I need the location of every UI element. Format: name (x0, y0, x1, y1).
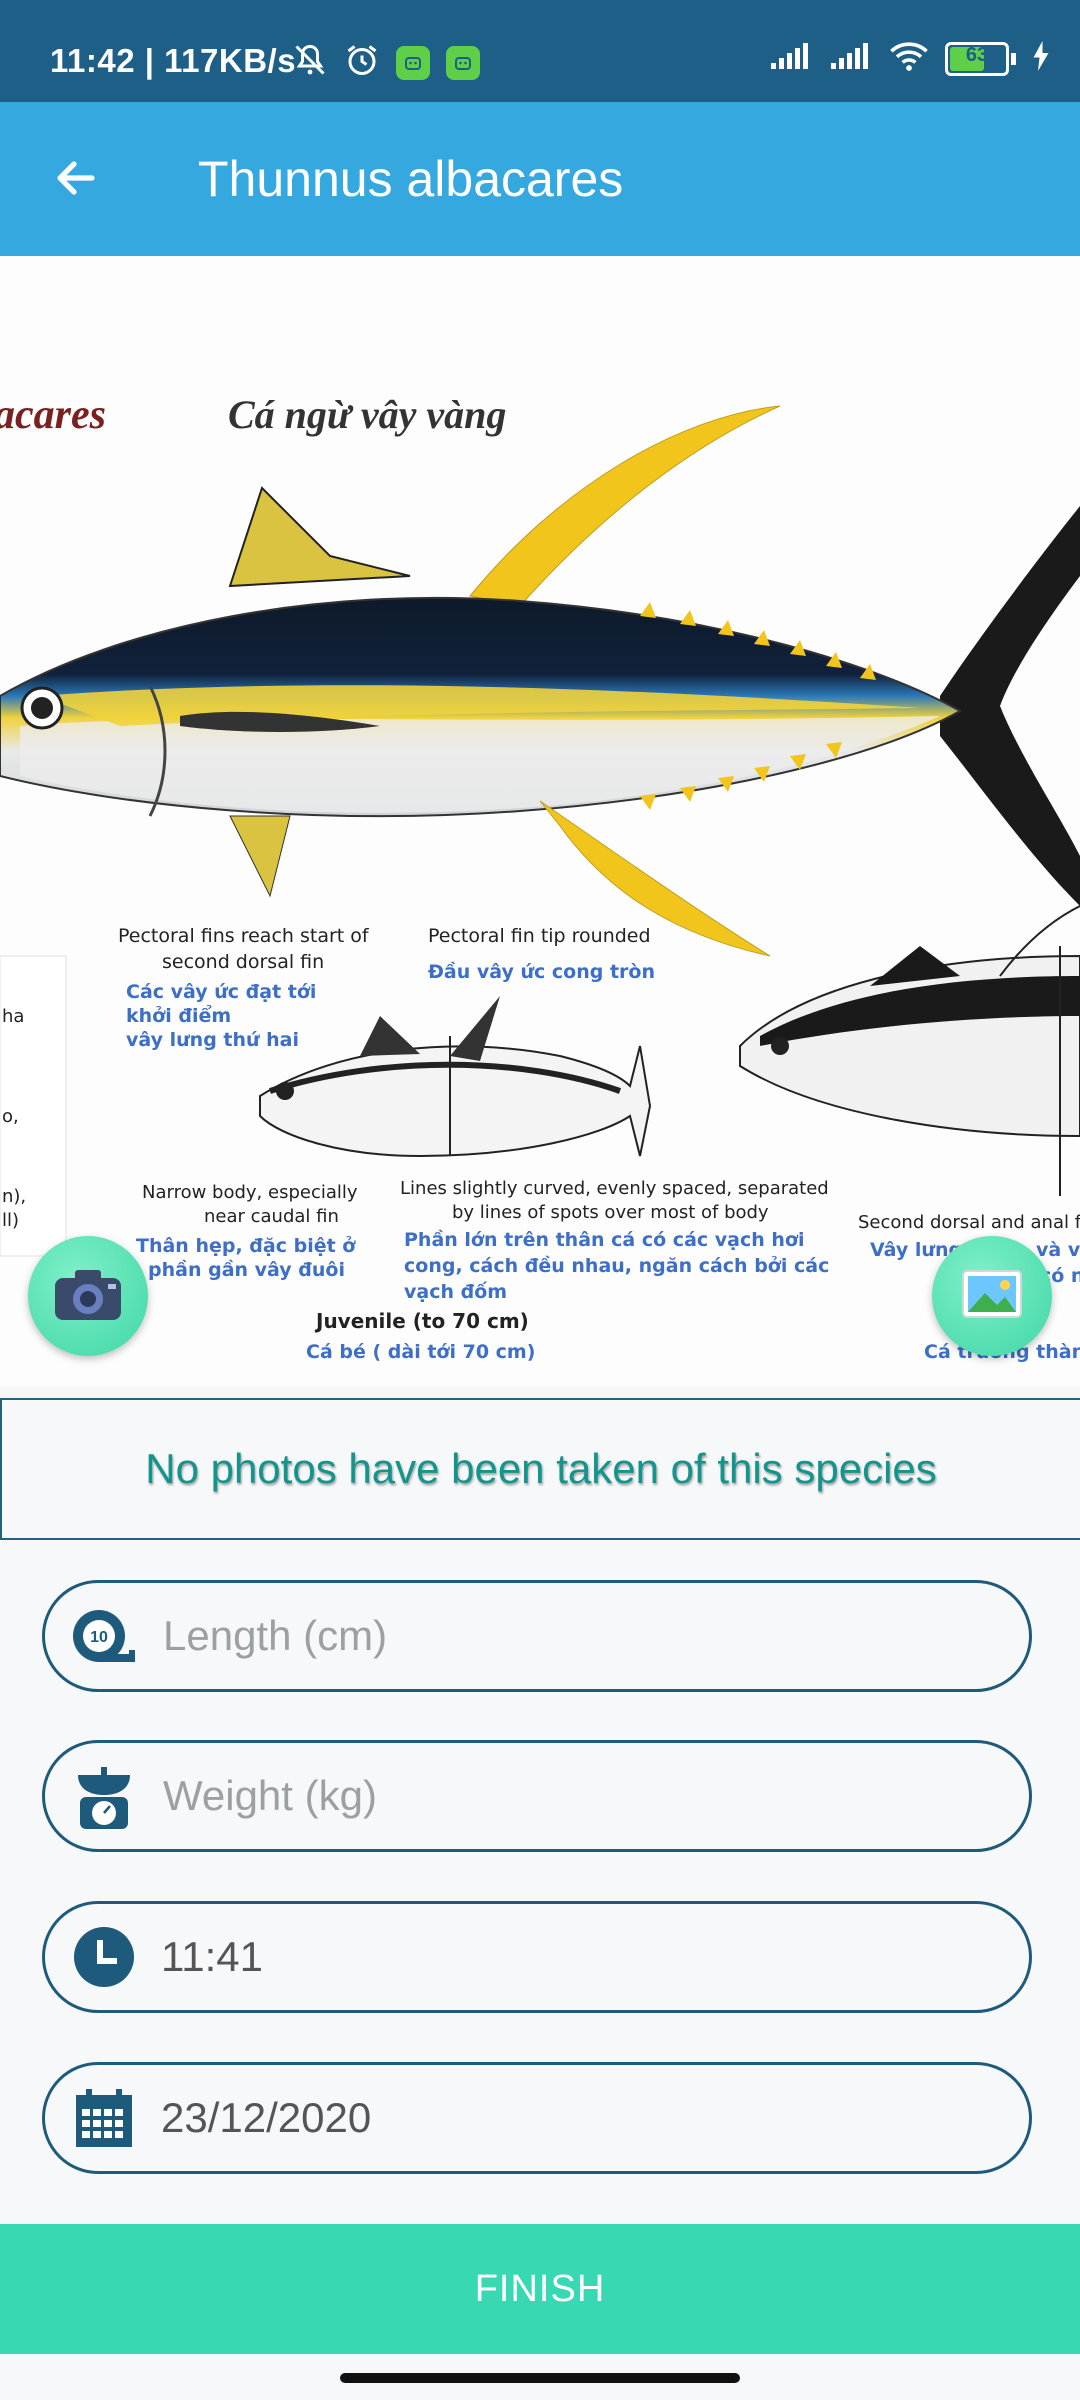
note-narrow-en: Narrow body, especially (142, 1182, 358, 1203)
tuna-adult-drawing (739, 905, 1080, 1196)
note-lines-vi-2: cong, cách đều nhau, ngăn cách bởi các (404, 1254, 829, 1277)
note-juvenile-vi: Cá bé ( dài tới 70 cm) (306, 1341, 535, 1363)
heading-vietnamese: Cá ngừ vây vàng (228, 392, 506, 437)
note-lines-en-2: by lines of spots over most of body (452, 1202, 769, 1223)
note-pectoral-en: Pectoral fins reach start of (118, 925, 370, 947)
date-field[interactable]: 23/12/2020 (42, 2062, 1032, 2174)
back-button[interactable] (40, 144, 112, 216)
scale-icon (69, 1761, 139, 1831)
species-illustration: acares Cá ngừ vây vàng Pectoral fins rea… (0, 392, 1080, 1363)
calendar-icon (69, 2083, 139, 2153)
finish-button[interactable]: FINISH (0, 2224, 1080, 2354)
length-input[interactable] (161, 1611, 985, 1661)
app-notification-icon (396, 45, 430, 80)
no-photos-text: No photos have been taken of this specie… (145, 1445, 937, 1492)
mute-bell-icon (292, 42, 328, 83)
app-bar: Thunnus albacares (0, 102, 1080, 256)
note-fin-tip-vi: Đầu vây ức cong tròn (428, 960, 655, 983)
no-photos-message: No photos have been taken of this specie… (0, 1398, 1080, 1540)
status-bar: 11:42 | 117KB/s 63 (0, 0, 1080, 102)
signal-icon (829, 41, 873, 76)
status-icons-left (292, 42, 480, 83)
date-value[interactable]: 23/12/2020 (161, 2094, 371, 2142)
battery-icon: 63 (945, 41, 1009, 76)
note-lines-vi-3: vạch đốm (404, 1280, 507, 1303)
note-narrow-en-2: near caudal fin (204, 1206, 339, 1227)
tuna-main-drawing (0, 405, 1080, 957)
battery-level: 63 (965, 43, 989, 66)
left-fragment: o, (2, 1106, 19, 1127)
time-value[interactable]: 11:41 (161, 1933, 263, 1981)
camera-icon (53, 1266, 123, 1327)
tape-measure-icon: 10 (69, 1601, 139, 1671)
note-fin-tip-en: Pectoral fin tip rounded (428, 925, 651, 947)
species-image: acares Cá ngừ vây vàng Pectoral fins rea… (0, 256, 1080, 1386)
note-pectoral-vi-2: khởi điểm (126, 1004, 231, 1027)
length-field[interactable]: 10 (42, 1580, 1032, 1692)
left-fragment: ha (2, 1006, 24, 1027)
note-second-dorsal-en: Second dorsal and anal fi (858, 1212, 1080, 1233)
left-fragment: ll) (2, 1210, 19, 1231)
home-indicator[interactable] (340, 2373, 740, 2383)
clock-icon (69, 1922, 139, 1992)
charging-icon (1032, 41, 1050, 76)
app-notification-icon (446, 45, 480, 80)
tape-measure-icon-label: 10 (90, 1629, 108, 1646)
weight-input[interactable] (161, 1771, 985, 1821)
note-lines-en: Lines slightly curved, evenly spaced, se… (400, 1178, 829, 1199)
note-lines-vi: Phần lớn trên thân cá có các vạch hơi (404, 1228, 804, 1251)
page-title: Thunnus albacares (198, 151, 624, 207)
note-pectoral-vi: Các vây ức đạt tới (126, 981, 316, 1003)
heading-latin: acares (0, 392, 106, 438)
note-pectoral-en-2: second dorsal fin (162, 951, 324, 973)
note-narrow-vi: Thân hẹp, đặc biệt ở (136, 1235, 356, 1257)
camera-button[interactable] (28, 1236, 148, 1356)
status-icons-right: 63 (769, 40, 1050, 77)
gallery-button[interactable] (932, 1236, 1052, 1356)
gallery-icon (961, 1269, 1023, 1324)
battery-nub (1011, 52, 1016, 65)
wifi-icon (889, 40, 929, 77)
note-narrow-vi-2: phần gần vây đuôi (148, 1258, 345, 1281)
note-pectoral-vi-3: vây lưng thứ hai (126, 1029, 299, 1051)
tuna-juvenile-drawing (259, 996, 652, 1158)
alarm-icon (344, 42, 380, 83)
status-time: 11:42 | 117KB/s (50, 42, 297, 79)
note-juvenile-en: Juvenile (to 70 cm) (314, 1309, 529, 1333)
arrow-left-icon (52, 154, 100, 207)
left-fragment: n), (2, 1186, 26, 1207)
weight-field[interactable] (42, 1740, 1032, 1852)
note-second-dorsal-vi-2: và v (1036, 1239, 1080, 1261)
signal-icon (769, 41, 813, 76)
time-field[interactable]: 11:41 (42, 1901, 1032, 2013)
